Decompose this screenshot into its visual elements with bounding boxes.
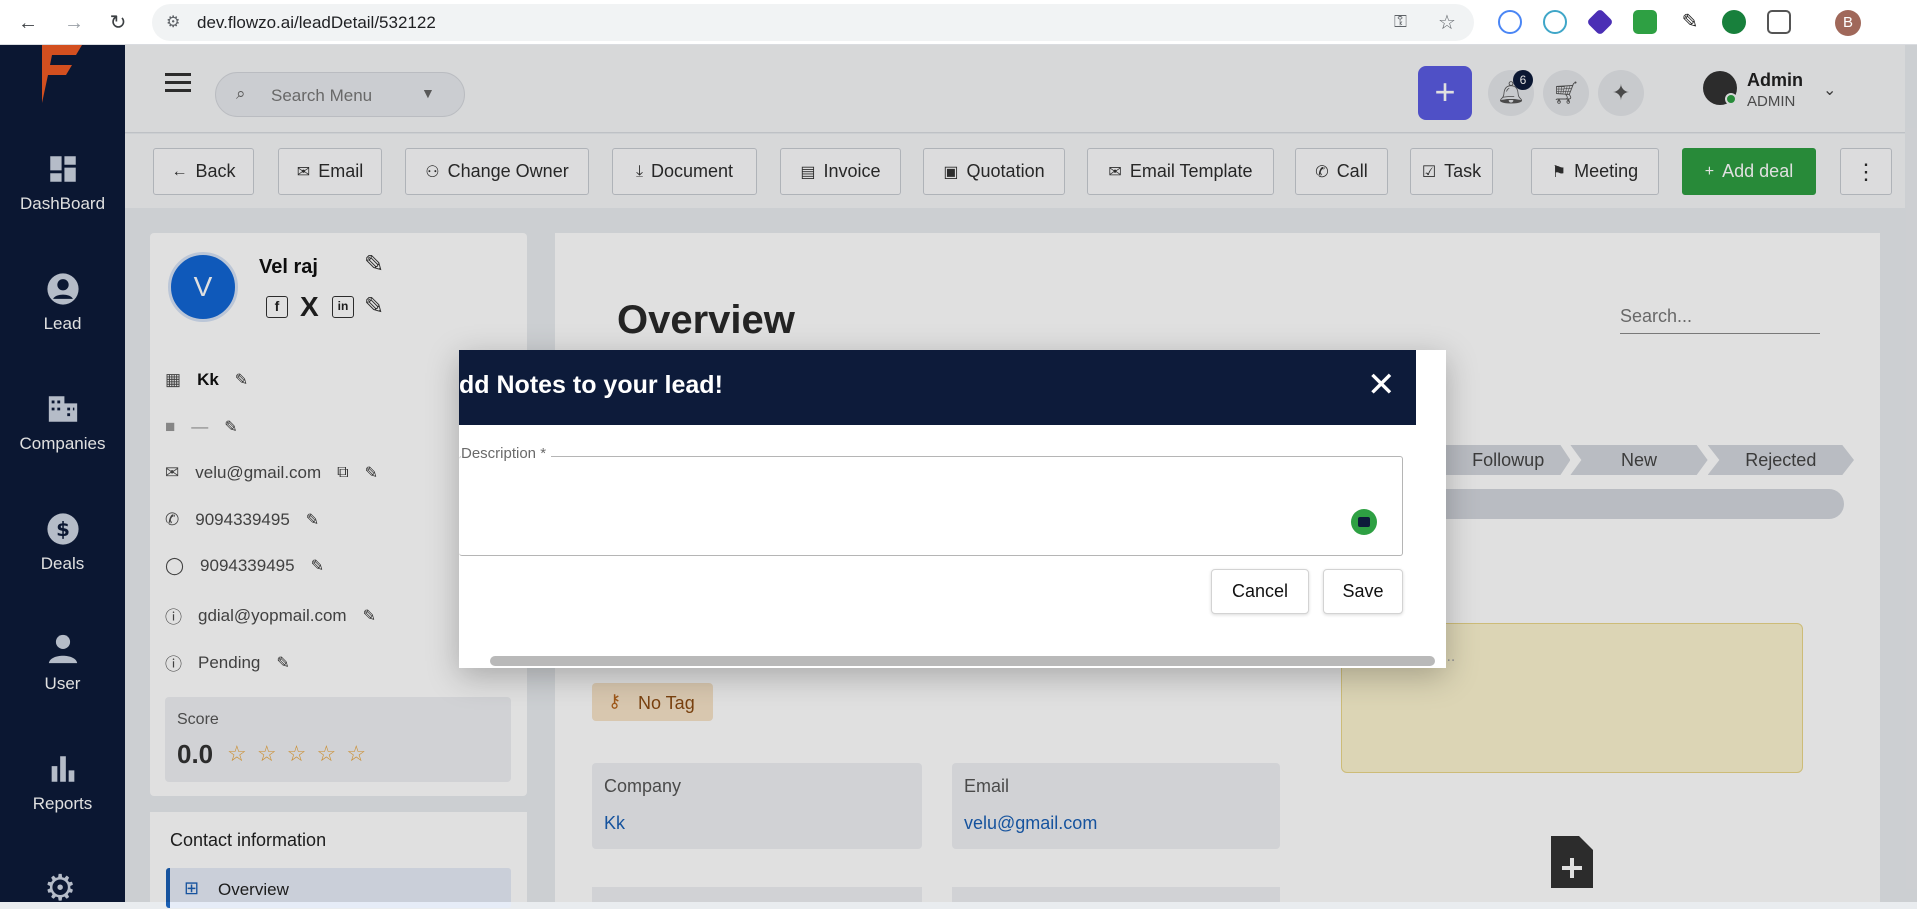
eyedropper-icon[interactable]: ✎ [1678, 10, 1702, 34]
profile-avatar[interactable]: B [1835, 10, 1861, 36]
ai-assistant-robot-icon[interactable] [1351, 509, 1377, 535]
description-label: Description * [461, 445, 552, 462]
site-settings-icon[interactable]: ⚙ [166, 12, 180, 32]
key-icon[interactable]: ⚿ [1394, 12, 1407, 32]
description-textarea[interactable] [459, 456, 1403, 556]
cancel-button[interactable]: Cancel [1211, 569, 1309, 614]
close-icon[interactable]: ✕ [1367, 368, 1396, 402]
dialog-header: dd Notes to your lead! ✕ [459, 350, 1416, 425]
add-notes-dialog: dd Notes to your lead! ✕ Description * C… [459, 350, 1446, 668]
extension-1-icon[interactable] [1498, 10, 1522, 34]
reload-icon[interactable]: ↻ [106, 11, 130, 35]
horizontal-scrollbar[interactable] [490, 656, 1435, 666]
extension-6-icon[interactable] [1722, 10, 1746, 34]
dialog-title: dd Notes to your lead! [459, 371, 723, 399]
extension-2-icon[interactable] [1543, 10, 1567, 34]
url-text: dev.flowzo.ai/leadDetail/532122 [197, 13, 436, 32]
browser-toolbar: ← → ↻ ⚙ dev.flowzo.ai/leadDetail/532122 … [0, 0, 1917, 45]
address-bar[interactable]: ⚙ dev.flowzo.ai/leadDetail/532122 ⚿ ☆ [152, 4, 1474, 41]
back-arrow-icon[interactable]: ← [16, 11, 40, 35]
bookmark-star-icon[interactable]: ☆ [1438, 10, 1456, 35]
extension-4-icon[interactable] [1633, 10, 1657, 34]
save-button[interactable]: Save [1323, 569, 1403, 614]
puzzle-icon[interactable] [1767, 10, 1791, 34]
forward-arrow-icon[interactable]: → [62, 11, 86, 35]
extension-3-icon[interactable] [1586, 8, 1614, 36]
